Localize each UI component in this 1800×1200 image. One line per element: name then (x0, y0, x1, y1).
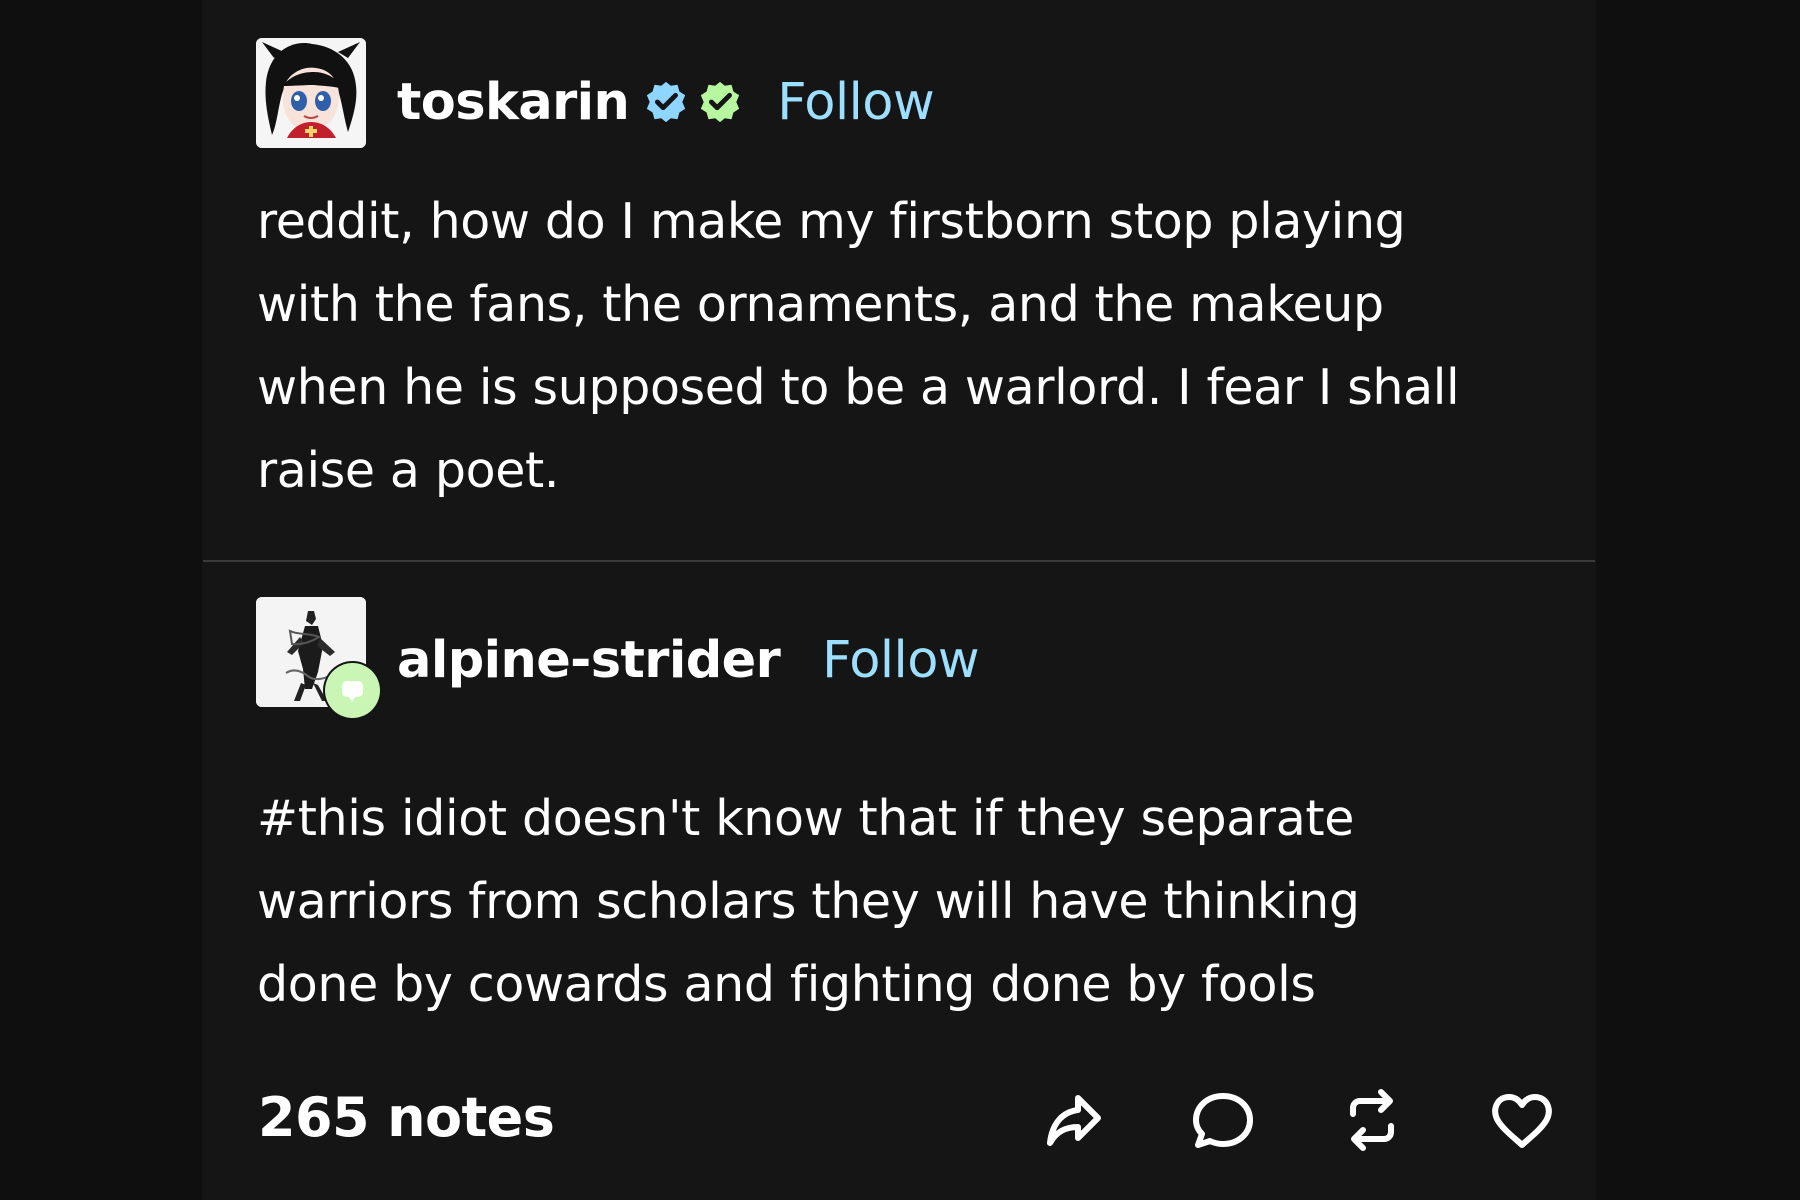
post-text-line: #this idiot doesn't know that if they se… (257, 790, 1355, 847)
username-alpine-strider[interactable]: alpine-strider (397, 635, 781, 686)
follow-button-toskarin[interactable]: Follow (777, 77, 934, 128)
post-header-alpine-strider: alpine-strider Follow (397, 620, 980, 700)
online-status-badge (325, 663, 380, 718)
reblog-button[interactable] (1336, 1084, 1408, 1156)
share-button[interactable] (1038, 1084, 1110, 1156)
dashboard-page: toskarin Follow reddit, how do I make my… (0, 0, 1800, 1200)
toskarin-avatar[interactable] (256, 38, 366, 148)
like-button[interactable] (1486, 1084, 1558, 1156)
post-header-toskarin: toskarin Follow (397, 62, 935, 142)
post-text-line: when he is supposed to be a warlord. I f… (257, 359, 1460, 416)
anime-girl-avatar-icon (256, 38, 366, 148)
blue-verified-badge-icon (647, 81, 686, 123)
post-text-line: reddit, how do I make my firstborn stop … (257, 193, 1406, 250)
notes-count[interactable]: 265 notes (258, 1091, 555, 1145)
green-verified-badge-icon (701, 81, 740, 123)
reblog-icon (1350, 1089, 1394, 1151)
username-toskarin[interactable]: toskarin (397, 77, 630, 128)
post-text-line: with the fans, the ornaments, and the ma… (257, 276, 1384, 333)
post-body-toskarin: reddit, how do I make my firstborn stop … (257, 180, 1587, 512)
post-text-line: warriors from scholars they will have th… (257, 873, 1360, 930)
post-text-line: done by cowards and fighting done by foo… (257, 956, 1316, 1013)
reply-button[interactable] (1187, 1084, 1259, 1156)
verified-badges (643, 79, 751, 125)
heart-icon (1492, 1094, 1552, 1148)
share-icon (1047, 1095, 1101, 1146)
post-divider (203, 560, 1595, 562)
post-body-alpine-strider: #this idiot doesn't know that if they se… (257, 777, 1587, 1026)
post-text-line: raise a poet. (257, 442, 560, 499)
chat-bubble-icon (342, 681, 363, 702)
follow-button-alpine-strider[interactable]: Follow (822, 635, 979, 686)
post-actions (1038, 1084, 1558, 1160)
reply-icon (1193, 1093, 1253, 1148)
